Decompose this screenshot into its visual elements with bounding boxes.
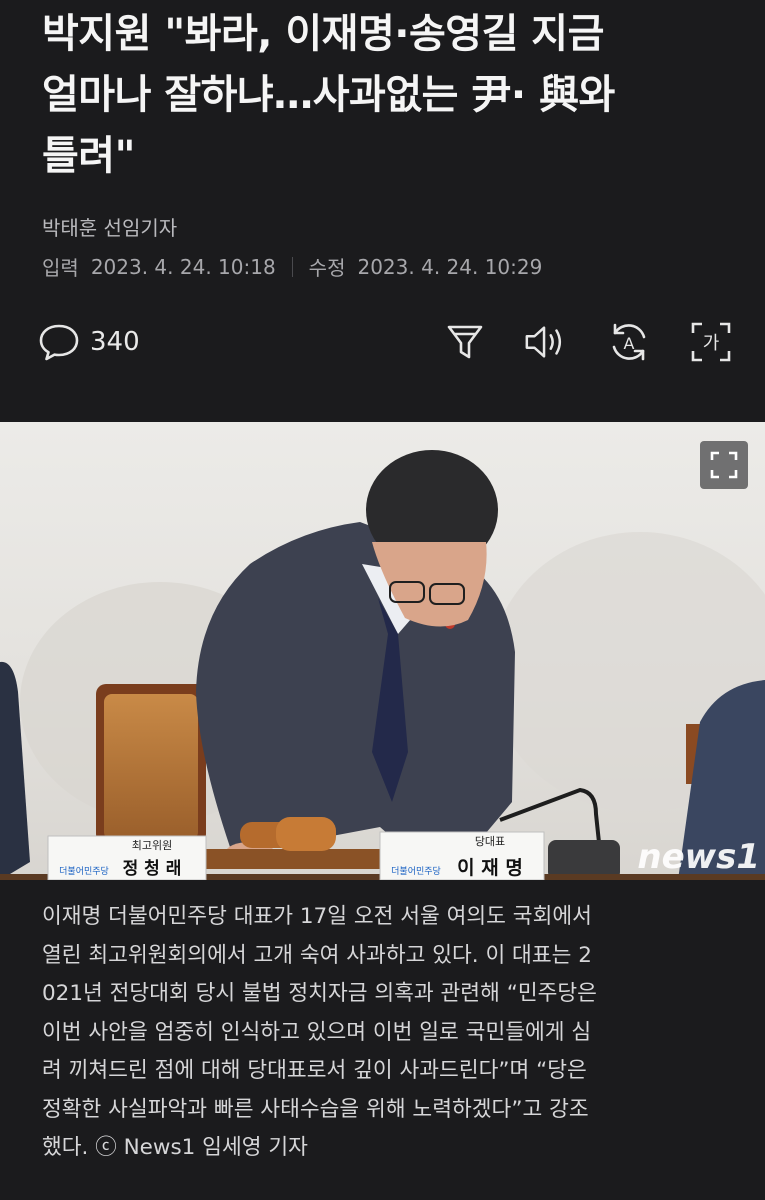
filter-button[interactable]	[443, 320, 487, 364]
article-toolbar: 340 A 가	[38, 318, 738, 368]
nameplate-left-name: 정 청 래	[123, 858, 182, 879]
caption-line: 려 끼쳐드린 점에 대해 당대표로서 깊이 사과드린다”며 “당은	[42, 1058, 587, 1083]
input-label: 입력	[42, 256, 79, 280]
comment-icon	[39, 324, 79, 361]
nameplate-center-title: 당대표	[475, 835, 505, 848]
expand-photo-button[interactable]	[700, 441, 748, 489]
modified-date: 2023. 4. 24. 10:29	[357, 254, 543, 279]
translate-button[interactable]: A	[607, 320, 651, 364]
caption-line: 정확한 사실파악과 빠른 사태수습을 위해 노력하겠다”고 강조	[42, 1096, 589, 1122]
translate-glyph: A	[624, 334, 635, 353]
caption-line: 이번 사안을 엄중히 인식하고 있으며 이번 일로 국민들에게 심	[42, 1019, 592, 1045]
comment-count: 340	[90, 327, 140, 357]
headline-line: 틀려"	[42, 133, 135, 179]
caption-line: 021년 전당대회 당시 불법 정치자금 의혹과 관련해 “민주당은	[42, 981, 597, 1006]
filter-icon	[447, 325, 483, 359]
modified-label: 수정	[308, 256, 346, 280]
comment-button[interactable]: 340	[38, 322, 140, 362]
photo-illustration: 최고위원 정 청 래 더불어민주당 당대표 이 재 명 더불어민주당 news1	[0, 450, 765, 880]
party-logo-center: 더불어민주당	[391, 866, 441, 877]
article-dates: 입력 2023. 4. 24. 10:18 수정 2023. 4. 24. 10…	[42, 252, 542, 281]
headline-line: 얼마나 잘하냐…사과없는 尹· 與와	[42, 72, 615, 118]
font-size-icon: 가	[691, 322, 731, 362]
article-photo[interactable]: 최고위원 정 청 래 더불어민주당 당대표 이 재 명 더불어민주당 news1	[0, 422, 765, 880]
date-divider	[291, 256, 293, 277]
listen-button[interactable]	[523, 320, 567, 364]
news1-watermark: news1	[637, 837, 760, 877]
font-size-button[interactable]: 가	[689, 320, 733, 364]
expand-icon	[710, 451, 738, 479]
translate-icon: A	[612, 323, 646, 361]
headline-line: 박지원 "봐라, 이재명·송영길 지금	[42, 11, 604, 57]
caption-line: 했다. ⓒ News1 임세영 기자	[42, 1135, 308, 1160]
nameplate-center-name: 이 재 명	[457, 857, 523, 879]
caption-line: 열린 최고위원회의에서 고개 숙여 사과하고 있다. 이 대표는 2	[42, 942, 592, 968]
speaker-icon	[525, 326, 562, 358]
party-logo-left: 더불어민주당	[59, 866, 109, 877]
reporter-byline[interactable]: 박태훈 선임기자	[42, 212, 177, 241]
photo-caption: 이재명 더불어민주당 대표가 17일 오전 서울 여의도 국회에서 열린 최고위…	[42, 898, 732, 1168]
caption-line: 이재명 더불어민주당 대표가 17일 오전 서울 여의도 국회에서	[42, 904, 592, 929]
nameplate-left-title: 최고위원	[132, 839, 172, 852]
article-headline: 박지원 "봐라, 이재명·송영길 지금 얼마나 잘하냐…사과없는 尹· 與와 틀…	[42, 4, 742, 187]
font-size-glyph: 가	[703, 333, 720, 354]
input-date: 2023. 4. 24. 10:18	[90, 254, 276, 279]
